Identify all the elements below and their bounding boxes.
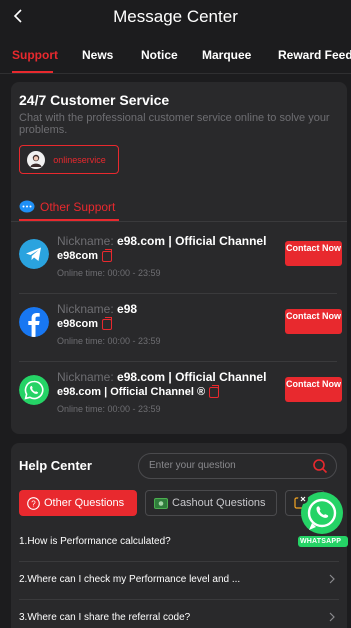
svg-text:?: ? [31,499,36,508]
facebook-icon [19,307,49,337]
chat-bubble-icon [19,200,35,213]
chevron-right-icon [329,612,335,622]
copy-icon[interactable] [101,316,112,330]
contact-now-button[interactable]: Contact Now [285,241,342,266]
chip-label: Other Questions [44,497,125,509]
tab-reward-feedback[interactable]: Reward Feedback [278,48,351,62]
top-bar: Message Center [0,0,351,34]
help-search-input[interactable]: Enter your question [138,453,337,479]
question-circle-icon: ? [27,496,40,510]
contact-nickname: Nickname: e98 [57,302,138,316]
copy-icon[interactable] [209,384,220,398]
help-center-card: Help Center Enter your question ? Other … [11,443,347,628]
faq-question: 3.Where can I share the referral code? [19,612,191,623]
contact-online-time: Online time: 00:00 - 23:59 [57,404,161,414]
contact-now-button[interactable]: Contact Now [285,377,342,402]
faq-question: 1.How is Performance calculated? [19,536,171,547]
contact-row-facebook: Nickname: e98 e98com Online time: 00:00 … [17,295,342,362]
online-service-label: onlineservice [53,154,106,165]
contact-nickname: Nickname: e98.com | Official Channel [57,370,267,384]
back-arrow-icon[interactable] [10,7,28,25]
section-divider [11,221,347,222]
faq-question: 2.Where can I check my Performance level… [19,574,241,585]
other-support-tab[interactable]: Other Support [19,194,115,220]
row-divider [19,293,337,294]
faq-item[interactable]: 3.Where can I share the referral code? [19,600,339,628]
contact-nickname: Nickname: e98.com | Official Channel [57,234,267,248]
customer-service-description: Chat with the professional customer serv… [19,112,330,136]
contact-now-button[interactable]: Contact Now [285,309,342,334]
floating-whatsapp-button[interactable]: WHATSAPP [298,490,348,548]
customer-service-title: 24/7 Customer Service [19,92,170,108]
faq-item[interactable]: 1.How is Performance calculated? [19,524,339,562]
search-placeholder: Enter your question [149,460,236,471]
search-icon[interactable] [312,458,328,474]
cash-icon [154,497,168,509]
tab-notice[interactable]: Notice [141,48,178,62]
tab-support[interactable]: Support [12,48,58,62]
contact-handle: e98com [57,248,112,262]
faq-item[interactable]: 2.Where can I check my Performance level… [19,562,339,600]
telegram-icon [19,239,49,269]
chip-cashout-questions[interactable]: Cashout Questions [145,490,277,516]
copy-icon[interactable] [101,248,112,262]
chevron-right-icon [329,574,335,584]
chip-other-questions[interactable]: ? Other Questions [19,490,137,516]
tab-bar: Support News Notice Marquee Reward Feedb… [0,34,351,74]
tab-marquee[interactable]: Marquee [202,48,251,62]
agent-avatar-icon [27,150,45,169]
contact-row-telegram: Nickname: e98.com | Official Channel e98… [17,227,342,294]
contact-online-time: Online time: 00:00 - 23:59 [57,268,161,278]
chip-label: Cashout Questions [172,497,266,509]
tab-news[interactable]: News [82,48,113,62]
page-title: Message Center [113,7,238,26]
whatsapp-icon [19,375,49,405]
customer-service-card: 24/7 Customer Service Chat with the prof… [11,82,347,434]
contact-row-whatsapp: Nickname: e98.com | Official Channel e98… [17,363,342,430]
help-center-title: Help Center [19,458,92,473]
online-service-button[interactable]: onlineservice [19,145,119,174]
contact-online-time: Online time: 00:00 - 23:59 [57,336,161,346]
row-divider [19,361,337,362]
other-support-label: Other Support [40,200,116,214]
whatsapp-label: WHATSAPP [300,538,342,545]
contact-handle: e98.com | Official Channel ® [57,384,220,398]
contact-handle: e98com [57,316,112,330]
active-tab-indicator [12,71,53,73]
